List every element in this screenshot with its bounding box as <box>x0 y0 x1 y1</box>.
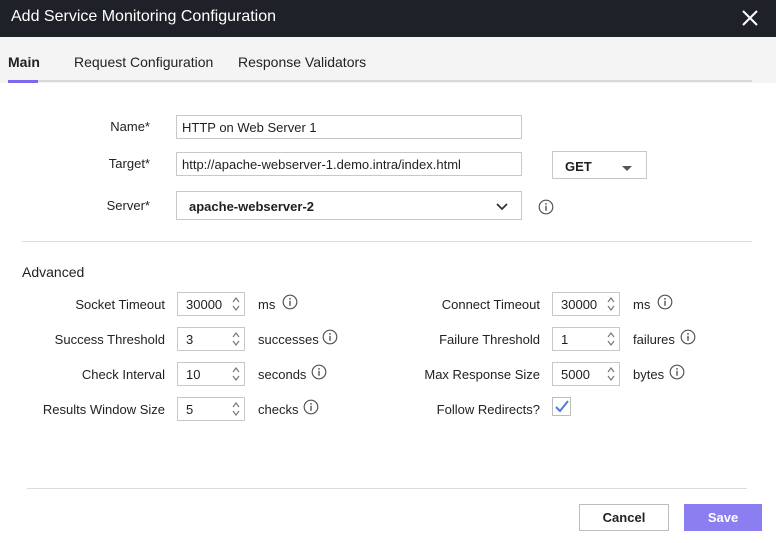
results-window-size-label: Results Window Size <box>42 402 165 417</box>
max-response-size-value: 5000 <box>561 367 590 382</box>
spinner-arrows-icon[interactable] <box>607 366 615 382</box>
spinner-arrows-icon[interactable] <box>607 331 615 347</box>
connect-timeout-value: 30000 <box>561 297 598 312</box>
tab-request-configuration[interactable]: Request Configuration <box>74 54 213 70</box>
tab-main[interactable]: Main <box>8 54 40 70</box>
http-method-select[interactable]: GET <box>552 151 647 179</box>
max-response-size-unit: bytes <box>633 367 665 382</box>
socket-timeout-label: Socket Timeout <box>75 297 165 312</box>
spinner-arrows-icon[interactable] <box>232 366 240 382</box>
target-input[interactable]: http://apache-webserver-1.demo.intra/ind… <box>176 152 522 176</box>
check-interval-input[interactable]: 10 <box>177 362 245 386</box>
spinner-arrows-icon[interactable] <box>232 401 240 417</box>
section-divider <box>22 241 752 242</box>
info-icon[interactable] <box>322 329 338 345</box>
max-response-size-label: Max Response Size <box>424 367 540 382</box>
check-interval-label: Check Interval <box>81 367 165 382</box>
dialog-title: Add Service Monitoring Configuration <box>11 8 277 25</box>
socket-timeout-value: 30000 <box>186 297 223 312</box>
dialog-titlebar: Add Service Monitoring Configuration <box>0 0 776 37</box>
chevron-down-icon <box>495 200 509 215</box>
name-label: Name* <box>110 119 150 134</box>
failure-threshold-label: Failure Threshold <box>439 332 540 347</box>
cancel-button[interactable]: Cancel <box>579 504 669 531</box>
info-icon[interactable] <box>282 294 298 310</box>
failure-threshold-input[interactable]: 1 <box>552 327 620 351</box>
checkmark-icon <box>553 400 570 418</box>
socket-timeout-unit: ms <box>258 297 276 312</box>
check-interval-value: 10 <box>186 367 201 382</box>
success-threshold-input[interactable]: 3 <box>177 327 245 351</box>
server-label: Server* <box>106 198 150 213</box>
spinner-arrows-icon[interactable] <box>232 331 240 347</box>
info-icon[interactable] <box>311 364 327 380</box>
failure-threshold-value: 1 <box>561 332 569 347</box>
close-icon[interactable] <box>739 7 761 29</box>
success-threshold-label: Success Threshold <box>54 332 165 347</box>
follow-redirects-checkbox[interactable] <box>552 397 571 416</box>
chevron-down-icon <box>621 161 633 176</box>
spinner-arrows-icon[interactable] <box>232 296 240 312</box>
failure-threshold-unit: failures <box>633 332 675 347</box>
info-icon[interactable] <box>657 294 673 310</box>
results-window-size-value: 5 <box>186 402 194 417</box>
success-threshold-unit: successes <box>258 332 319 347</box>
server-value: apache-webserver-2 <box>189 199 315 214</box>
tab-bar: Main Request Configuration Response Vali… <box>0 37 776 83</box>
footer-divider <box>27 488 747 489</box>
active-tab-indicator <box>8 80 38 83</box>
connect-timeout-input[interactable]: 30000 <box>552 292 620 316</box>
target-label: Target* <box>108 156 150 171</box>
results-window-size-unit: checks <box>258 402 299 417</box>
connect-timeout-unit: ms <box>633 297 651 312</box>
info-icon[interactable] <box>303 399 319 415</box>
socket-timeout-input[interactable]: 30000 <box>177 292 245 316</box>
max-response-size-input[interactable]: 5000 <box>552 362 620 386</box>
advanced-section-title: Advanced <box>22 264 85 280</box>
name-input[interactable]: HTTP on Web Server 1 <box>176 115 522 139</box>
http-method-value: GET <box>565 159 592 174</box>
tab-divider <box>8 80 752 82</box>
check-interval-unit: seconds <box>258 367 307 382</box>
info-icon[interactable] <box>669 364 685 380</box>
connect-timeout-label: Connect Timeout <box>441 297 540 312</box>
spinner-arrows-icon[interactable] <box>607 296 615 312</box>
info-icon[interactable] <box>680 329 696 345</box>
follow-redirects-label: Follow Redirects? <box>436 402 540 417</box>
save-button[interactable]: Save <box>684 504 762 531</box>
tab-response-validators[interactable]: Response Validators <box>238 54 366 70</box>
results-window-size-input[interactable]: 5 <box>177 397 245 421</box>
success-threshold-value: 3 <box>186 332 194 347</box>
server-select[interactable]: apache-webserver-2 <box>176 191 522 220</box>
info-icon[interactable] <box>538 199 554 215</box>
